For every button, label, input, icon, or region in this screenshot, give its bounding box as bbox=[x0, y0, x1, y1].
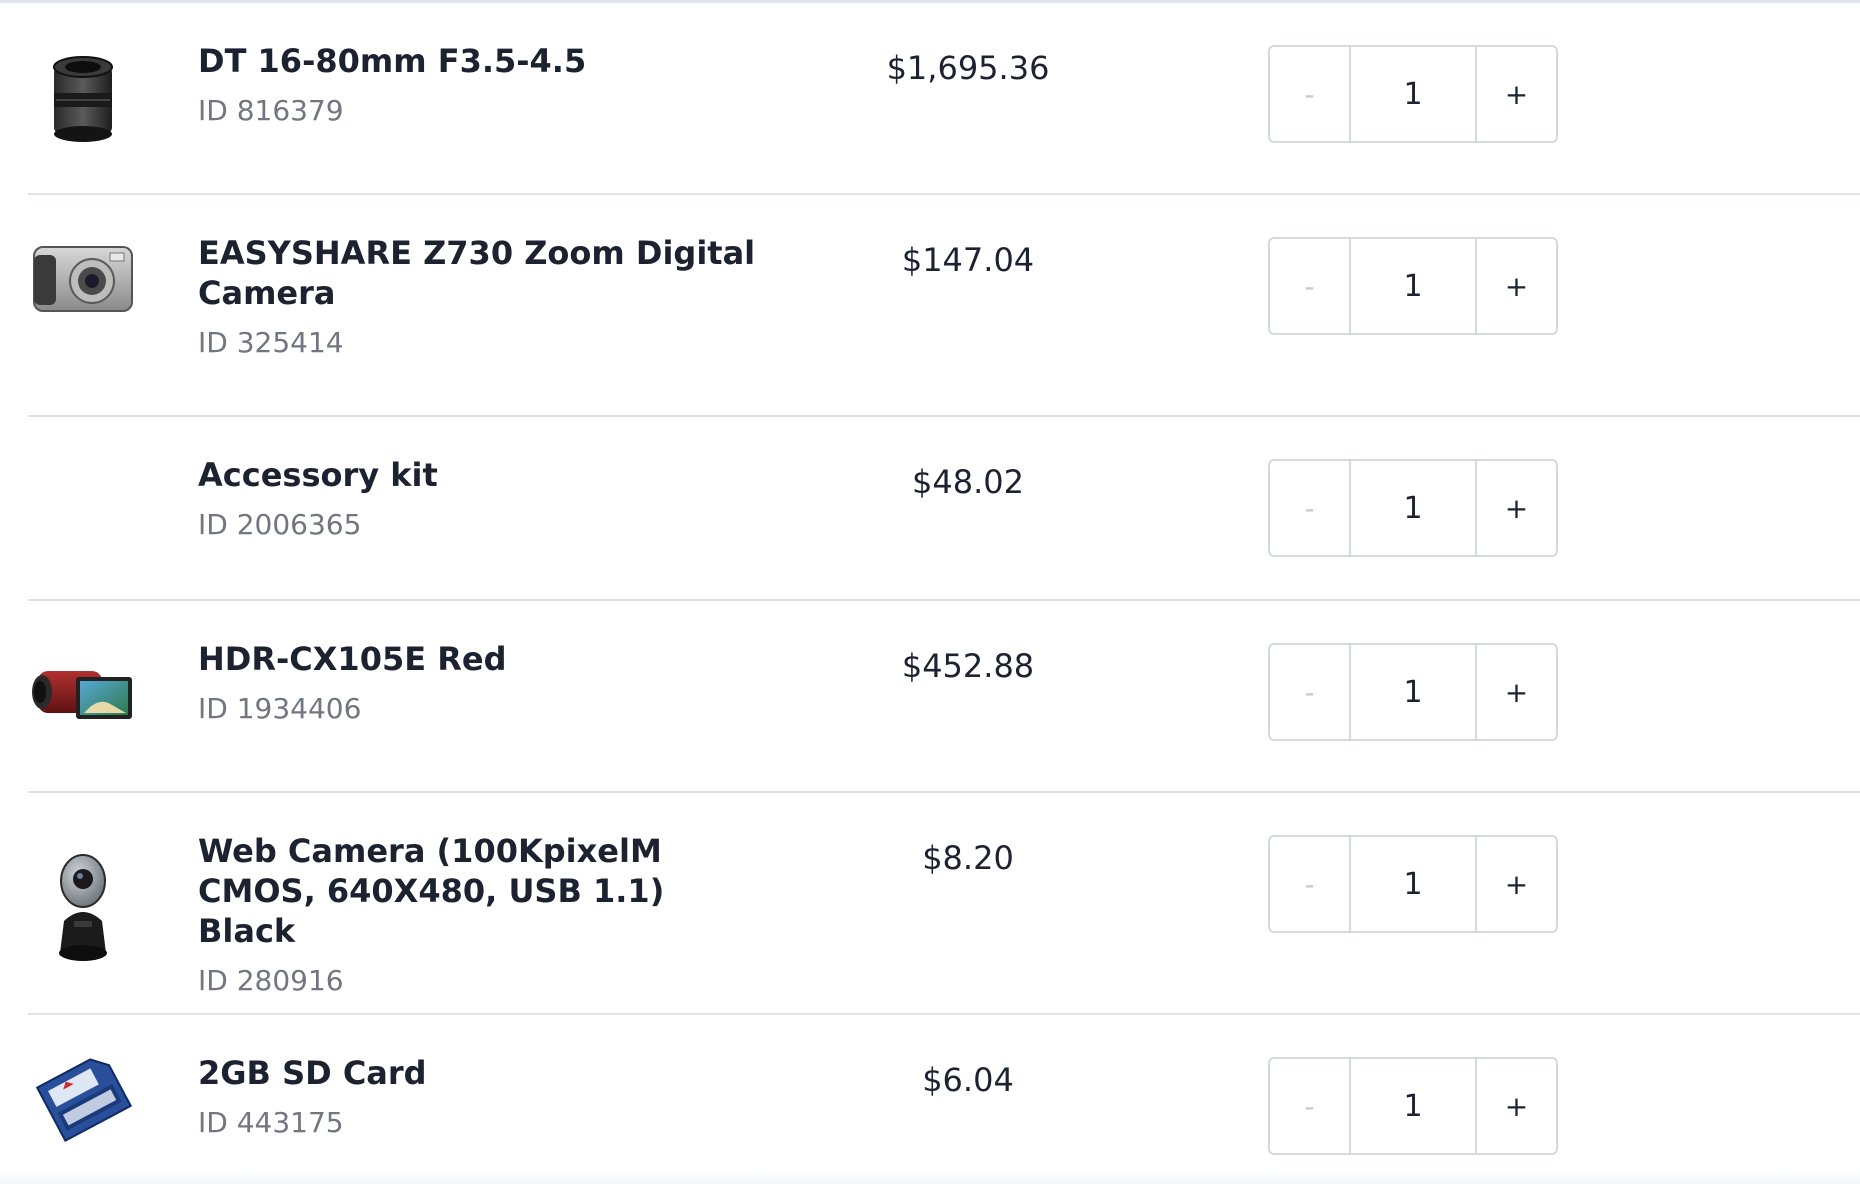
product-id: ID 443175 bbox=[198, 1106, 344, 1139]
product-name[interactable]: HDR-CX105E Red bbox=[198, 639, 758, 679]
quantity-value[interactable]: 1 bbox=[1349, 1059, 1477, 1153]
product-price: $147.04 bbox=[901, 241, 1035, 279]
decrement-button[interactable]: - bbox=[1270, 837, 1349, 931]
decrement-button[interactable]: - bbox=[1270, 461, 1349, 555]
cart-item-row: 2GB SD Card ID 443175 $6.04 - 1 + bbox=[28, 1015, 1860, 1177]
cart-item-row: HDR-CX105E Red ID 1934406 $452.88 - 1 + bbox=[28, 601, 1860, 793]
product-price: $452.88 bbox=[901, 647, 1035, 685]
decrement-button[interactable]: - bbox=[1270, 239, 1349, 333]
product-thumbnail bbox=[28, 417, 138, 599]
product-price: $6.04 bbox=[922, 1061, 1014, 1099]
quantity-stepper: - 1 + bbox=[1268, 237, 1558, 335]
product-thumbnail[interactable] bbox=[28, 3, 138, 193]
webcam-icon bbox=[59, 854, 107, 961]
product-name[interactable]: Accessory kit bbox=[198, 455, 758, 495]
sd-card-icon bbox=[35, 1058, 133, 1142]
product-id: ID 325414 bbox=[198, 326, 344, 359]
product-id: ID 1934406 bbox=[198, 692, 362, 725]
product-id: ID 816379 bbox=[198, 94, 344, 127]
increment-button[interactable]: + bbox=[1477, 239, 1556, 333]
quantity-stepper: - 1 + bbox=[1268, 45, 1558, 143]
quantity-stepper: - 1 + bbox=[1268, 1057, 1558, 1155]
decrement-button[interactable]: - bbox=[1270, 645, 1349, 739]
cart-item-row: EASYSHARE Z730 Zoom Digital Camera ID 32… bbox=[28, 195, 1860, 417]
product-thumbnail[interactable] bbox=[28, 793, 138, 1013]
quantity-value[interactable]: 1 bbox=[1349, 461, 1477, 555]
decrement-button[interactable]: - bbox=[1270, 1059, 1349, 1153]
product-price: $8.20 bbox=[922, 839, 1014, 877]
product-price: $48.02 bbox=[912, 463, 1024, 501]
cart-item-row: DT 16-80mm F3.5-4.5 ID 816379 $1,695.36 … bbox=[28, 3, 1860, 195]
product-name[interactable]: Web Camera (100KpixelM CMOS, 640X480, US… bbox=[198, 831, 758, 951]
decrement-button[interactable]: - bbox=[1270, 47, 1349, 141]
product-id: ID 2006365 bbox=[198, 508, 362, 541]
cart-item-row: Web Camera (100KpixelM CMOS, 640X480, US… bbox=[28, 793, 1860, 1015]
product-thumbnail[interactable] bbox=[28, 601, 138, 791]
quantity-stepper: - 1 + bbox=[1268, 835, 1558, 933]
product-name[interactable]: 2GB SD Card bbox=[198, 1053, 758, 1093]
increment-button[interactable]: + bbox=[1477, 837, 1556, 931]
bottom-shadow bbox=[0, 1170, 1860, 1184]
increment-button[interactable]: + bbox=[1477, 47, 1556, 141]
camera-lens-icon bbox=[53, 56, 113, 142]
quantity-value[interactable]: 1 bbox=[1349, 239, 1477, 333]
cart-item-row: Accessory kit ID 2006365 $48.02 - 1 + bbox=[28, 417, 1860, 601]
increment-button[interactable]: + bbox=[1477, 645, 1556, 739]
product-thumbnail[interactable] bbox=[28, 1015, 138, 1177]
digital-camera-icon bbox=[33, 246, 133, 312]
product-id: ID 280916 bbox=[198, 964, 344, 997]
product-thumbnail[interactable] bbox=[28, 195, 138, 415]
quantity-value[interactable]: 1 bbox=[1349, 837, 1477, 931]
product-name[interactable]: DT 16-80mm F3.5-4.5 bbox=[198, 41, 758, 81]
quantity-value[interactable]: 1 bbox=[1349, 47, 1477, 141]
quantity-stepper: - 1 + bbox=[1268, 643, 1558, 741]
camcorder-icon bbox=[32, 671, 132, 719]
cart-item-list: DT 16-80mm F3.5-4.5 ID 816379 $1,695.36 … bbox=[28, 3, 1860, 1177]
product-name[interactable]: EASYSHARE Z730 Zoom Digital Camera bbox=[198, 233, 758, 313]
increment-button[interactable]: + bbox=[1477, 461, 1556, 555]
quantity-value[interactable]: 1 bbox=[1349, 645, 1477, 739]
increment-button[interactable]: + bbox=[1477, 1059, 1556, 1153]
product-price: $1,695.36 bbox=[886, 49, 1050, 87]
quantity-stepper: - 1 + bbox=[1268, 459, 1558, 557]
